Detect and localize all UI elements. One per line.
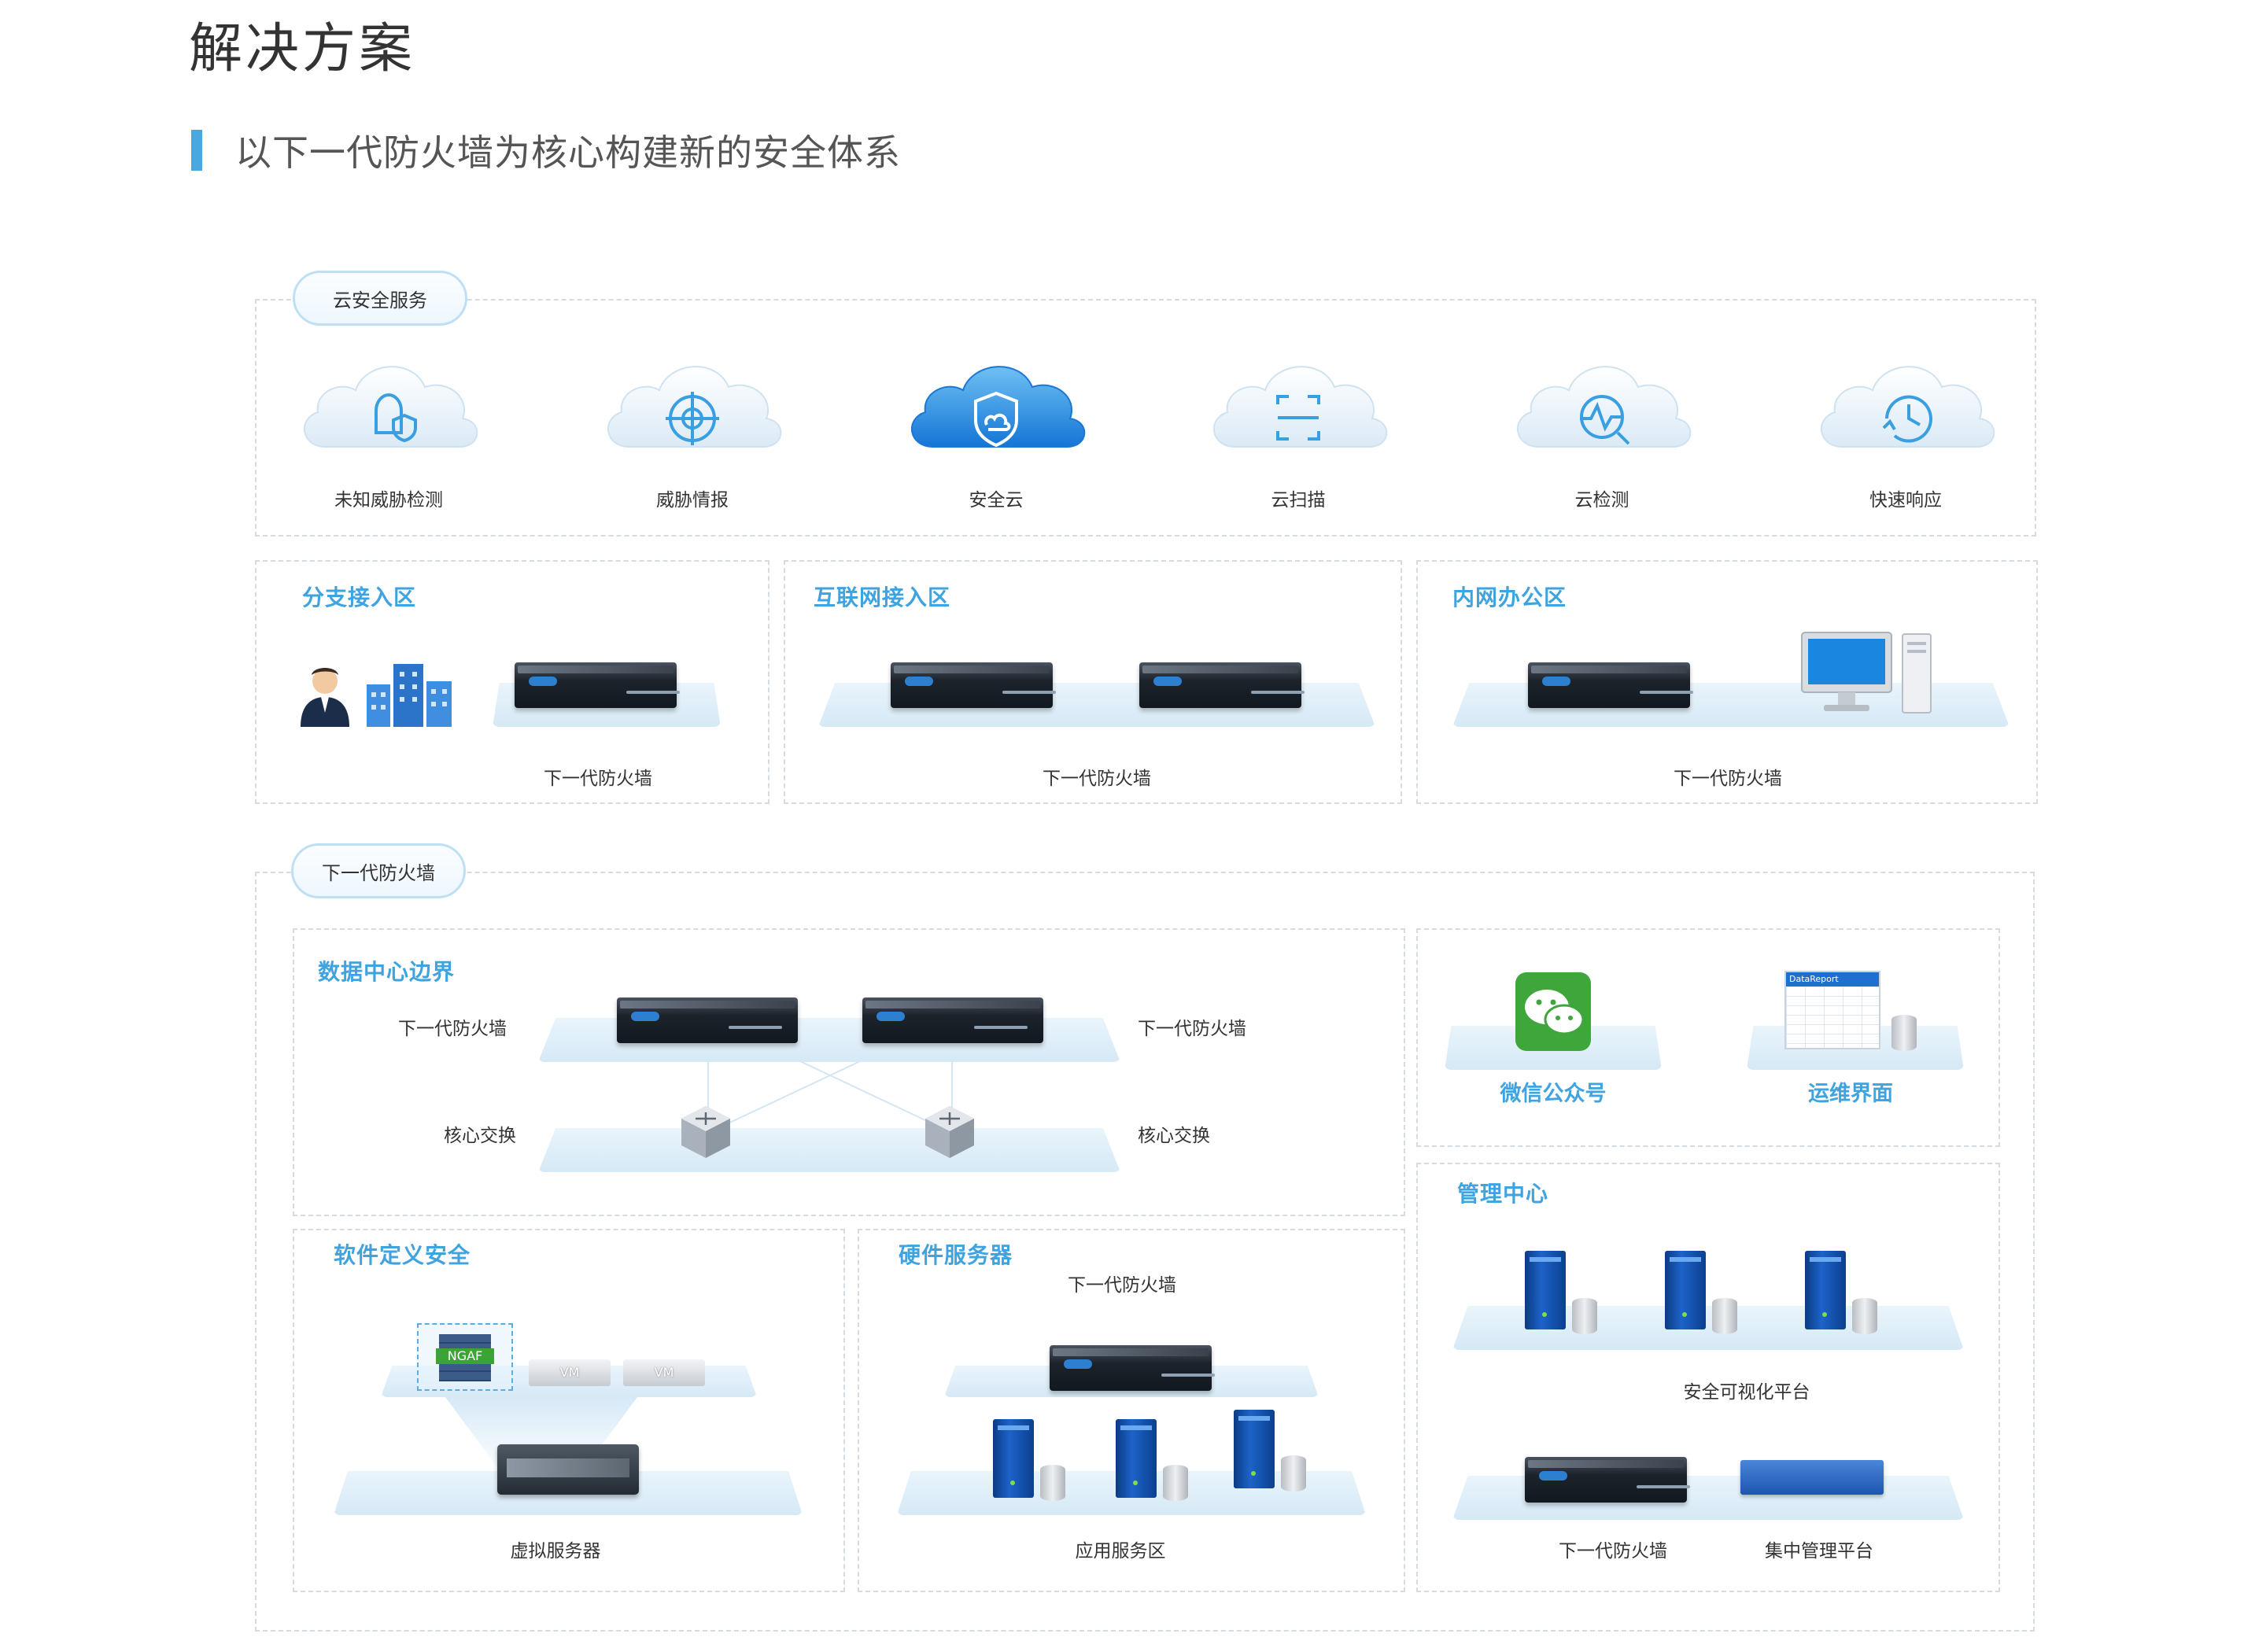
datacenter-fw-left-label: 下一代防火墙 — [398, 1019, 507, 1039]
hw-disk-1 — [1040, 1465, 1065, 1501]
cloud-services-pill: 云安全服务 — [293, 271, 467, 326]
wechat-label: 微信公众号 — [1500, 1082, 1607, 1106]
cloud-label-scan: 云扫描 — [1271, 490, 1326, 511]
subtitle-text: 以下一代防火墙为核心构建新的安全体系 — [235, 131, 901, 174]
hw-firewall — [1050, 1345, 1212, 1391]
datacenter-sw-platform — [538, 1128, 1120, 1172]
cloud-scan — [1212, 366, 1388, 448]
cloud-services-frame — [255, 299, 2036, 537]
cloud-secure-cloud — [910, 366, 1086, 448]
user-icon — [301, 668, 349, 727]
core-switch-left-icon — [681, 1106, 730, 1158]
internet-firewall-left — [891, 662, 1053, 708]
hw-server-3 — [1234, 1410, 1275, 1488]
hw-title: 硬件服务器 — [899, 1242, 1013, 1268]
mgmt-disk-2 — [1712, 1298, 1737, 1334]
ngfw-section-pill: 下一代防火墙 — [291, 843, 466, 898]
cloud-label-threat-intel: 威胁情报 — [656, 490, 729, 511]
datacenter-title: 数据中心边界 — [318, 959, 456, 985]
mgmt-server-2 — [1665, 1251, 1706, 1329]
vm-box-1: VM — [529, 1359, 611, 1386]
cloud-label-fast-response: 快速响应 — [1869, 490, 1942, 511]
central-mgmt-device — [1740, 1460, 1884, 1495]
internet-zone-title: 互联网接入区 — [814, 584, 951, 610]
page-title: 解决方案 — [189, 18, 416, 80]
mgmt-disk-3 — [1852, 1298, 1877, 1334]
mgmt-vis-caption: 安全可视化平台 — [1683, 1382, 1810, 1403]
mgmt-disk-1 — [1572, 1298, 1597, 1334]
branch-caption: 下一代防火墙 — [544, 769, 652, 789]
mgmt-fw-caption: 下一代防火墙 — [1559, 1541, 1667, 1562]
data-report-titlebar: DataReport — [1786, 972, 1879, 986]
datacenter-sw-right-label: 核心交换 — [1138, 1126, 1210, 1146]
hw-caption: 应用服务区 — [1075, 1541, 1166, 1562]
mgmt-cmp-caption: 集中管理平台 — [1765, 1541, 1873, 1562]
cloud-unknown-threat — [303, 366, 478, 448]
hw-server-1 — [993, 1419, 1034, 1498]
hw-disk-2 — [1163, 1465, 1188, 1501]
mgmt-server-3 — [1805, 1251, 1846, 1329]
virtual-host-server — [497, 1444, 639, 1495]
mgmt-firewall — [1525, 1457, 1687, 1503]
building-icon — [367, 664, 452, 727]
ngaf-box: NGAF — [417, 1323, 513, 1391]
ops-disk-icon — [1891, 1015, 1917, 1051]
office-caption: 下一代防火墙 — [1674, 769, 1782, 789]
hw-fw-caption: 下一代防火墙 — [1068, 1275, 1176, 1296]
sds-title: 软件定义安全 — [334, 1242, 471, 1268]
cloud-label-detect: 云检测 — [1574, 490, 1629, 511]
subtitle-accent-bar — [191, 130, 202, 171]
office-firewall — [1528, 662, 1690, 708]
sds-caption: 虚拟服务器 — [510, 1541, 601, 1562]
mgmt-title: 管理中心 — [1457, 1181, 1549, 1207]
ngaf-label: NGAF — [436, 1348, 494, 1364]
cloud-threat-intel — [607, 366, 782, 448]
wechat-icon — [1515, 972, 1591, 1051]
datacenter-firewall-right — [862, 997, 1043, 1043]
hw-server-2 — [1116, 1419, 1157, 1498]
desktop-pc-icon — [1801, 632, 1932, 714]
cloud-label-secure-cloud: 安全云 — [969, 490, 1024, 511]
datacenter-fw-right-label: 下一代防火墙 — [1138, 1019, 1246, 1039]
mgmt-server-1 — [1525, 1251, 1566, 1329]
vm-box-2: VM — [623, 1359, 705, 1386]
data-report-window: DataReport — [1784, 971, 1880, 1049]
office-zone-title: 内网办公区 — [1452, 584, 1567, 610]
datacenter-firewall-left — [617, 997, 798, 1043]
branch-zone-title: 分支接入区 — [302, 584, 417, 610]
hw-disk-3 — [1281, 1455, 1306, 1492]
section-subtitle: 以下一代防火墙为核心构建新的安全体系 — [191, 128, 901, 174]
internet-firewall-right — [1139, 662, 1301, 708]
ops-label: 运维界面 — [1808, 1082, 1893, 1106]
cloud-label-unknown-threat: 未知威胁检测 — [334, 490, 443, 511]
cloud-fast-response — [1820, 366, 1995, 448]
datacenter-sw-left-label: 核心交换 — [444, 1126, 516, 1146]
core-switch-right-icon — [925, 1106, 974, 1158]
cloud-detect — [1516, 366, 1692, 448]
branch-firewall — [515, 662, 677, 708]
internet-caption: 下一代防火墙 — [1043, 769, 1151, 789]
